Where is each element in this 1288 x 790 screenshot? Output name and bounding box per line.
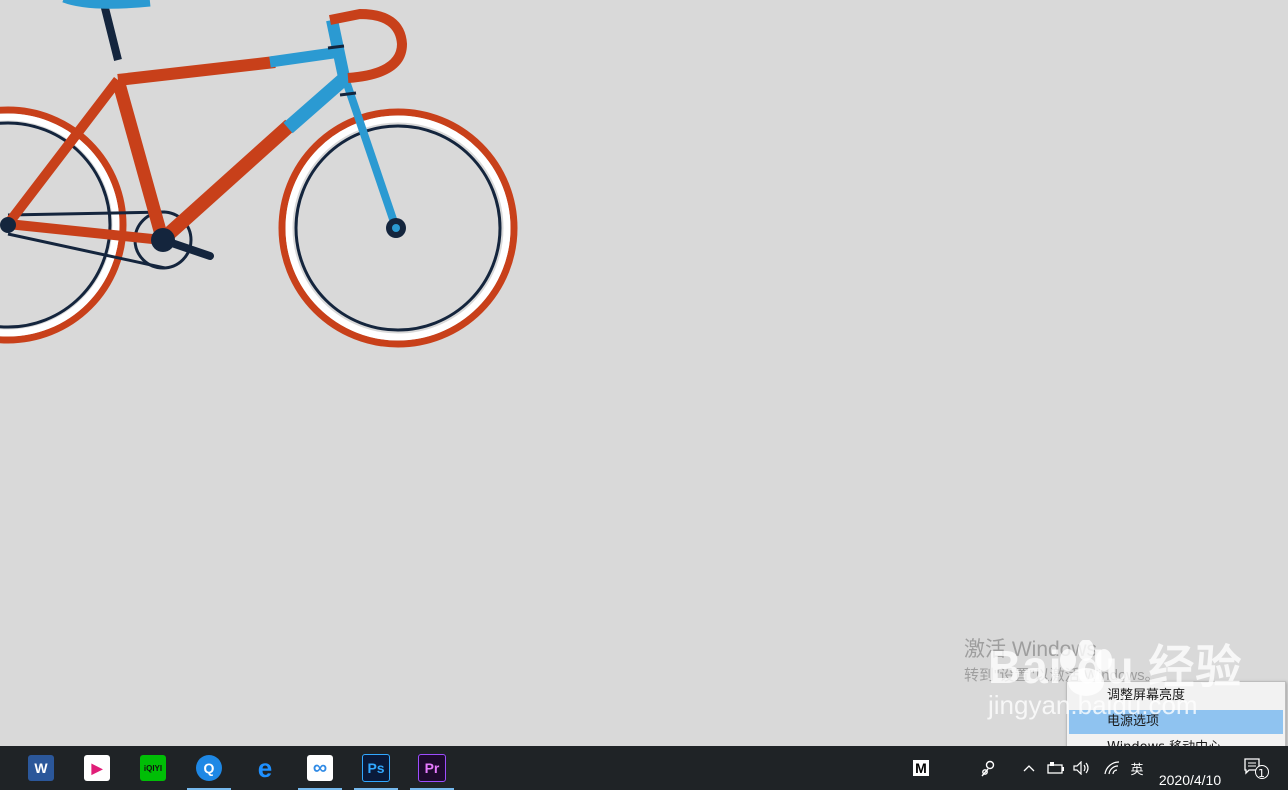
tray-volume[interactable] <box>1070 746 1094 790</box>
tray-show-hidden[interactable] <box>1018 746 1040 790</box>
desktop[interactable]: 激活 Windows 转到"设置"以激活 Windows。 调整屏幕亮度 电源选… <box>0 0 1288 763</box>
tray-battery[interactable] <box>1044 746 1068 790</box>
m-app-icon: M <box>913 760 929 776</box>
taskbar-app-edge[interactable]: e <box>241 746 289 790</box>
taskbar: W ▶ iQIYI Q e ∞ Ps Pr M 英 1 <box>0 746 1288 790</box>
taskbar-clock[interactable]: 2020/4/10 <box>1148 746 1232 790</box>
volume-icon <box>1073 761 1089 775</box>
action-center-button[interactable]: 1 <box>1240 746 1272 790</box>
photoshop-icon: Ps <box>362 754 390 782</box>
notification-count: 1 <box>1258 767 1265 780</box>
word-icon: W <box>28 755 54 781</box>
taskbar-app-photoshop[interactable]: Ps <box>352 746 400 790</box>
clock-time <box>1148 749 1232 763</box>
notification-icon <box>1244 758 1269 779</box>
chevron-up-icon <box>1023 765 1035 772</box>
tray-people[interactable] <box>974 746 1002 790</box>
tray-network[interactable] <box>1100 746 1124 790</box>
netdisk-icon: ∞ <box>307 755 333 781</box>
youku-icon: ▶ <box>84 755 110 781</box>
clock-date: 2020/4/10 <box>1158 772 1222 788</box>
menu-item-label: 电源选项 <box>1107 714 1160 729</box>
ime-indicator: 英 <box>1130 762 1144 778</box>
menu-item-power-options[interactable]: 电源选项 <box>1069 710 1283 734</box>
taskbar-app-word[interactable]: W <box>17 746 65 790</box>
baidu-paw-icon <box>1060 640 1112 696</box>
taskbar-app-baidu-netdisk[interactable]: ∞ <box>296 746 344 790</box>
tray-m-app[interactable]: M <box>905 746 937 790</box>
bicycle-wallpaper <box>0 0 518 348</box>
tray-ime[interactable]: 英 <box>1126 746 1148 790</box>
taskbar-app-qq-browser[interactable]: Q <box>185 746 233 790</box>
taskbar-app-youku[interactable]: ▶ <box>73 746 121 790</box>
taskbar-app-premiere[interactable]: Pr <box>408 746 456 790</box>
qq-browser-icon: Q <box>196 755 222 781</box>
taskbar-app-iqiyi[interactable]: iQIYI <box>129 746 177 790</box>
wifi-icon <box>1104 761 1120 775</box>
iqiyi-icon: iQIYI <box>140 755 166 781</box>
battery-icon <box>1047 762 1064 774</box>
edge-icon: e <box>257 752 273 783</box>
premiere-icon: Pr <box>418 754 446 782</box>
people-icon <box>981 760 995 777</box>
